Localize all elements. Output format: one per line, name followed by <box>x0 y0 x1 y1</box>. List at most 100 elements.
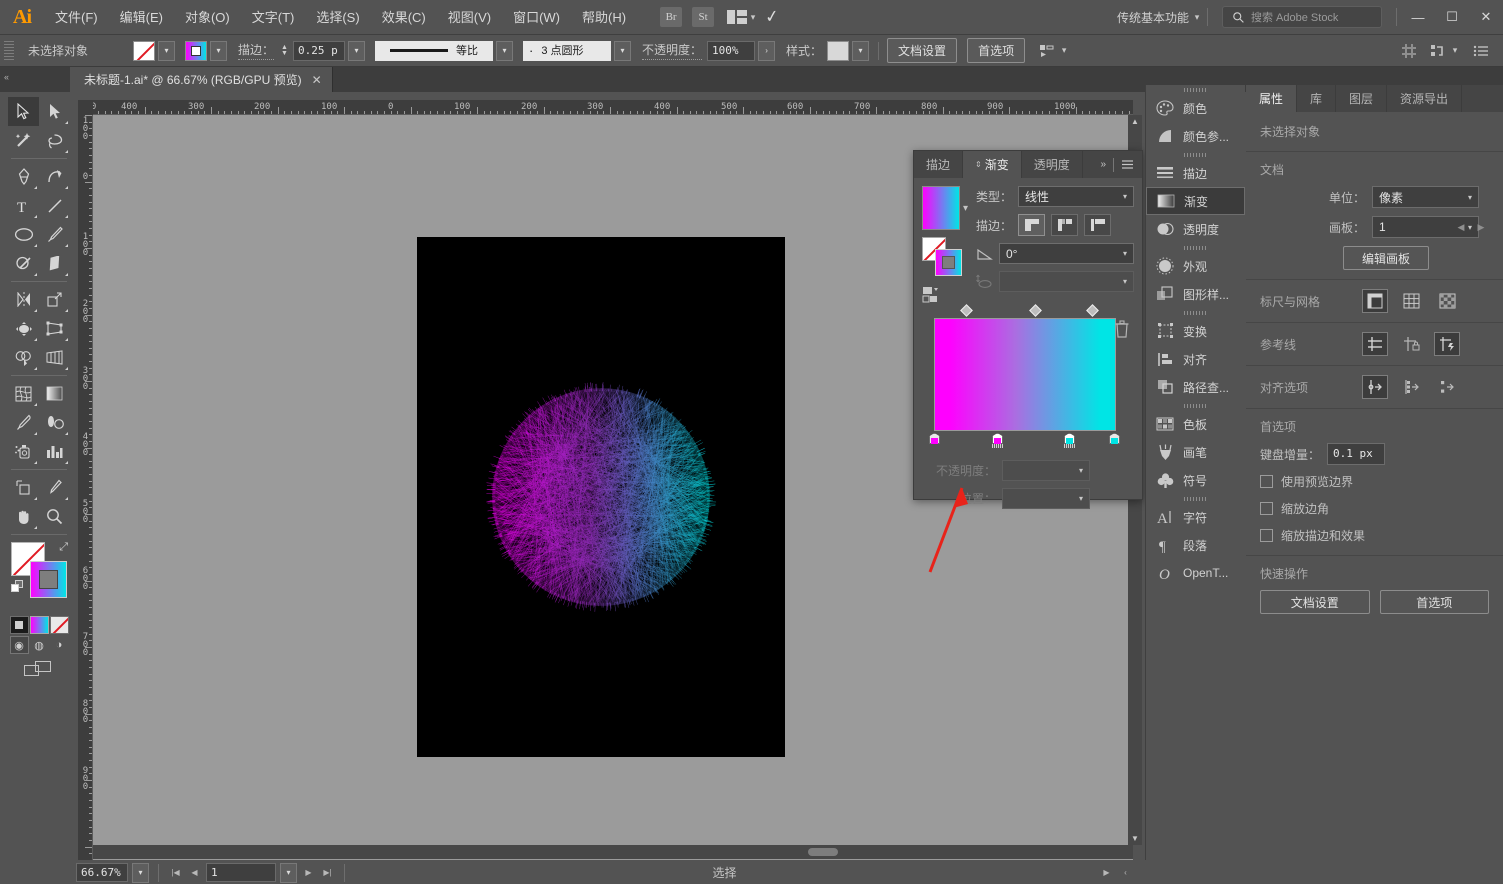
gradient-midpoint[interactable] <box>1029 304 1042 317</box>
change-screen-mode-button[interactable] <box>24 661 54 679</box>
show-rulers-icon[interactable] <box>1362 289 1388 313</box>
arrange-grid-icon[interactable] <box>1401 43 1417 59</box>
brush-dropdown-icon[interactable]: ▾ <box>614 41 631 61</box>
draw-behind-icon[interactable]: ◍ <box>30 636 49 654</box>
dock-grip[interactable] <box>1146 150 1245 159</box>
line-segment-tool[interactable] <box>39 191 70 220</box>
stop-opacity-input[interactable]: ▾ <box>1002 460 1090 481</box>
toolbox-stroke-swatch[interactable] <box>30 561 67 598</box>
list-options-icon[interactable] <box>1473 43 1489 59</box>
status-flyout-icon[interactable]: ▶ <box>1099 863 1114 882</box>
control-bar-grip[interactable] <box>4 41 14 61</box>
dock-item-transform[interactable]: 变换 <box>1146 317 1245 345</box>
zoom-tool[interactable] <box>39 502 70 531</box>
stroke-profile-selector[interactable]: 等比 <box>375 41 493 61</box>
swap-fill-stroke-icon[interactable]: ⤢ <box>59 541 68 554</box>
status-resize-icon[interactable]: ‹ <box>1118 863 1133 882</box>
preferences-button[interactable]: 首选项 <box>967 38 1025 63</box>
gradient-tool[interactable] <box>39 379 70 408</box>
fill-swatch[interactable] <box>133 41 155 61</box>
gradient-preview-swatch[interactable] <box>922 186 960 230</box>
scroll-down-icon[interactable]: ▼ <box>1128 834 1142 843</box>
brush-definition-selector[interactable]: · 3 点圆形 <box>523 41 611 61</box>
delete-stop-icon[interactable] <box>1114 320 1130 338</box>
graphic-style-dropdown-icon[interactable]: ▾ <box>852 41 869 61</box>
menu-view[interactable]: 视图(V) <box>437 0 502 35</box>
gradient-stop-magenta-mid[interactable] <box>992 433 1003 450</box>
gradient-midpoint[interactable] <box>960 304 973 317</box>
blend-tool[interactable] <box>39 408 70 437</box>
dock-grip[interactable] <box>1146 85 1245 94</box>
fill-dropdown-icon[interactable]: ▾ <box>158 41 175 61</box>
reverse-gradient-button[interactable] <box>922 286 950 304</box>
stroke-along-button[interactable] <box>1051 214 1078 236</box>
artboard-dropdown-icon[interactable]: ▾ <box>280 863 297 883</box>
next-artboard-arrow[interactable]: ▶ <box>1471 216 1491 238</box>
align-panel-chevron-icon[interactable]: ▾ <box>1449 45 1461 56</box>
menu-help[interactable]: 帮助(H) <box>571 0 637 35</box>
tab-properties[interactable]: 属性 <box>1246 85 1297 112</box>
slice-tool[interactable] <box>39 473 70 502</box>
stroke-swatch[interactable] <box>185 41 207 61</box>
gradient-aspect-input[interactable]: ▾ <box>999 271 1134 292</box>
scale-tool[interactable] <box>39 285 70 314</box>
artboard-number-input[interactable]: 1 <box>206 863 276 882</box>
lasso-tool[interactable] <box>39 126 70 155</box>
opacity-input[interactable]: 100% <box>707 41 755 61</box>
pen-tool[interactable] <box>8 162 39 191</box>
perspective-grid-tool[interactable] <box>39 343 70 372</box>
gradient-angle-input[interactable]: 0° ▾ <box>999 243 1134 264</box>
scale-corners-checkbox[interactable] <box>1260 502 1273 515</box>
maximize-button[interactable]: ☐ <box>1435 0 1469 35</box>
show-grid-icon[interactable] <box>1398 289 1424 313</box>
paintbrush-tool[interactable] <box>39 220 70 249</box>
menu-select[interactable]: 选择(S) <box>305 0 370 35</box>
width-tool[interactable] <box>8 314 39 343</box>
dock-item-gradient[interactable]: 渐变 <box>1146 187 1245 215</box>
tab-asset-export[interactable]: 资源导出 <box>1387 85 1462 112</box>
dock-item-symbols[interactable]: 符号 <box>1146 466 1245 494</box>
snap-to-grid-icon[interactable] <box>1398 375 1424 399</box>
panel-menu-icon[interactable] <box>1121 159 1134 170</box>
opacity-flyout-icon[interactable]: › <box>758 41 775 61</box>
document-tab-close-icon[interactable]: ✕ <box>312 73 322 87</box>
align-selection-icon[interactable] <box>1039 43 1055 59</box>
stroke-weight-stepper[interactable]: ▲ ▼ <box>279 45 290 57</box>
dock-item-swatches[interactable]: 色板 <box>1146 410 1245 438</box>
vertical-ruler[interactable]: 100 0 100 200 300 400 500 600 700 800 90… <box>78 115 93 860</box>
gradient-stroke-swatch[interactable] <box>935 249 962 276</box>
keyboard-increment-input[interactable]: 0.1 px <box>1327 443 1385 465</box>
dock-item-color-guide[interactable]: 颜色参... <box>1146 122 1245 150</box>
gradient-slider-bar[interactable] <box>934 318 1116 431</box>
gradient-slider-area[interactable] <box>922 306 1134 456</box>
ruler-origin-box[interactable] <box>78 100 93 115</box>
zoom-dropdown-icon[interactable]: ▾ <box>132 863 149 883</box>
dock-item-color[interactable]: 颜色 <box>1146 94 1245 122</box>
symbol-sprayer-tool[interactable] <box>8 437 39 466</box>
gradient-sphere-artwork[interactable] <box>465 361 737 633</box>
stroke-weight-input[interactable]: 0.25 p <box>293 41 345 61</box>
dock-grip[interactable] <box>1146 401 1245 410</box>
rotate-tool[interactable] <box>8 285 39 314</box>
draw-normal-icon[interactable]: ◉ <box>10 636 29 654</box>
tab-stroke[interactable]: 描边 <box>914 151 963 178</box>
dock-item-transparency[interactable]: 透明度 <box>1146 215 1245 243</box>
show-transparency-grid-icon[interactable] <box>1434 289 1460 313</box>
collapse-panel-icon[interactable]: ‹‹ <box>4 72 8 82</box>
curvature-tool[interactable] <box>39 162 70 191</box>
tab-layers[interactable]: 图层 <box>1336 85 1387 112</box>
gradient-mode-button[interactable] <box>30 616 49 634</box>
gradient-stop-magenta-start[interactable] <box>929 433 940 450</box>
minimize-button[interactable]: — <box>1401 0 1435 35</box>
smart-guides-icon[interactable] <box>1434 332 1460 356</box>
preview-bounds-checkbox[interactable] <box>1260 475 1273 488</box>
preview-bounds-checkbox-row[interactable]: 使用预览边界 <box>1260 473 1489 490</box>
zoom-level-input[interactable]: 66.67% <box>76 863 128 882</box>
scale-strokes-checkbox-row[interactable]: 缩放描边和效果 <box>1260 527 1489 544</box>
scrollbar-thumb[interactable] <box>808 848 838 856</box>
dock-item-brushes[interactable]: 画笔 <box>1146 438 1245 466</box>
shaper-tool[interactable] <box>8 249 39 278</box>
tab-gradient[interactable]: ⇕ 渐变 <box>963 151 1022 178</box>
artboard[interactable] <box>417 237 785 757</box>
horizontal-ruler[interactable]: 500 400 300 200 100 0 100 200 300 400 50… <box>78 100 1133 115</box>
